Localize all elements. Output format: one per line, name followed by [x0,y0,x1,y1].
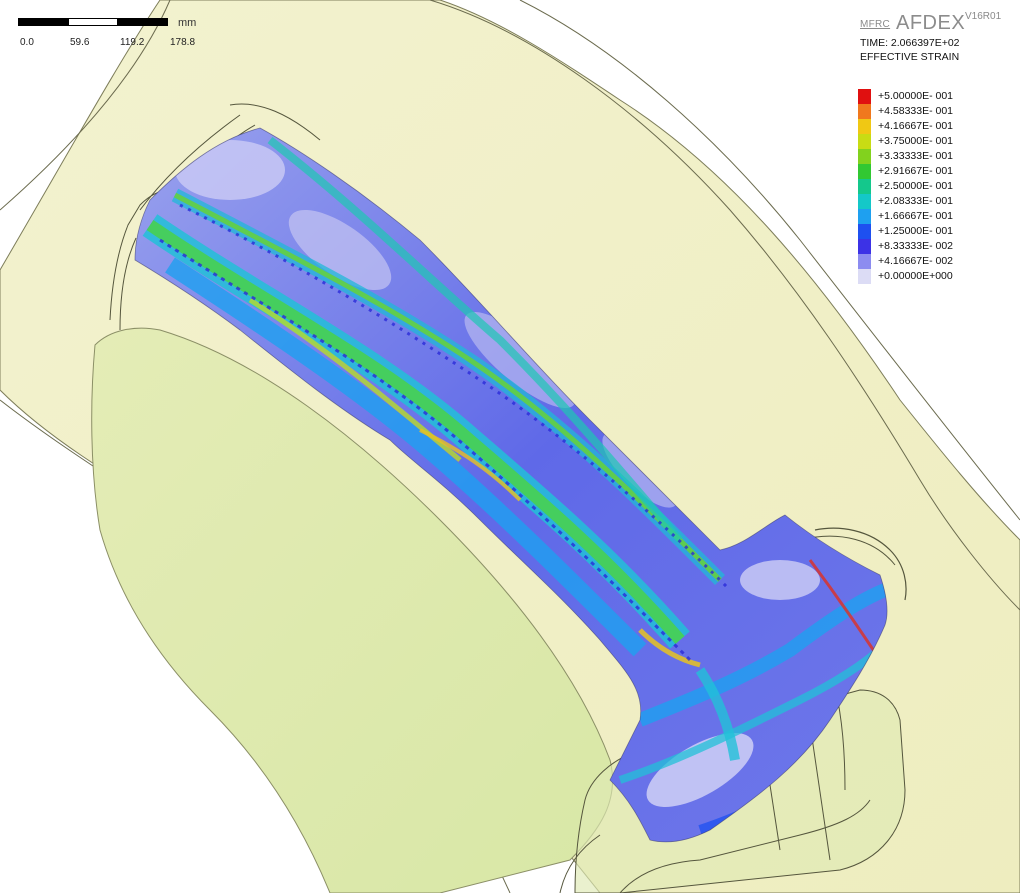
legend-label: +1.66667E- 001 [878,210,954,222]
legend-label: +3.33333E- 001 [878,150,954,162]
legend-swatch [858,224,871,239]
legend-swatch [858,269,871,284]
result-header: MFRC AFDEX V16R01 TIME: 2.066397E+02 EFF… [858,11,1018,63]
logo-main: AFDEX [896,12,966,34]
variable-name: EFFECTIVE STRAIN [860,51,960,63]
legend-label: +2.08333E- 001 [878,195,954,207]
scale-unit: mm [178,17,197,29]
software-logo: MFRC AFDEX V16R01 [858,11,1018,35]
legend-swatch [858,89,871,104]
legend-swatch [858,104,871,119]
viewport[interactable]: mm 0.0 59.6 119.2 178.8 MFRC AFDEX V16R0… [0,0,1020,893]
logo-prefix: MFRC [860,19,891,30]
legend-swatch [858,254,871,269]
scale-segment-1 [18,18,68,26]
legend-label: +4.58333E- 001 [878,105,954,117]
legend-swatch [858,119,871,134]
scale-bar: mm 0.0 59.6 119.2 178.8 [18,14,218,54]
legend-label: +4.16667E- 001 [878,120,954,132]
legend-swatch [858,209,871,224]
legend-label: +5.00000E- 001 [878,90,954,102]
scale-tick-3: 178.8 [170,37,196,48]
legend-label: +1.25000E- 001 [878,225,954,237]
legend-label: +4.16667E- 002 [878,255,954,267]
legend-swatch [858,239,871,254]
legend-label: +8.33333E- 002 [878,240,954,252]
scale-segment-3 [118,18,168,26]
legend-label: +0.00000E+000 [878,270,953,282]
legend-swatch [858,179,871,194]
scale-tick-1: 59.6 [70,37,90,48]
legend-swatch [858,194,871,209]
scale-tick-2: 119.2 [120,37,145,48]
scale-tick-0: 0.0 [20,37,34,48]
legend-label: +2.50000E- 001 [878,180,954,192]
legend-swatch [858,164,871,179]
color-legend: +5.00000E- 001 +4.58333E- 001 +4.16667E-… [840,80,1018,286]
scale-segment-2 [68,18,118,26]
logo-version: V16R01 [965,11,1002,22]
time-readout: TIME: 2.066397E+02 [860,37,960,49]
legend-swatch [858,149,871,164]
legend-label: +2.91667E- 001 [878,165,954,177]
legend-swatch [858,134,871,149]
legend-label: +3.75000E- 001 [878,135,954,147]
